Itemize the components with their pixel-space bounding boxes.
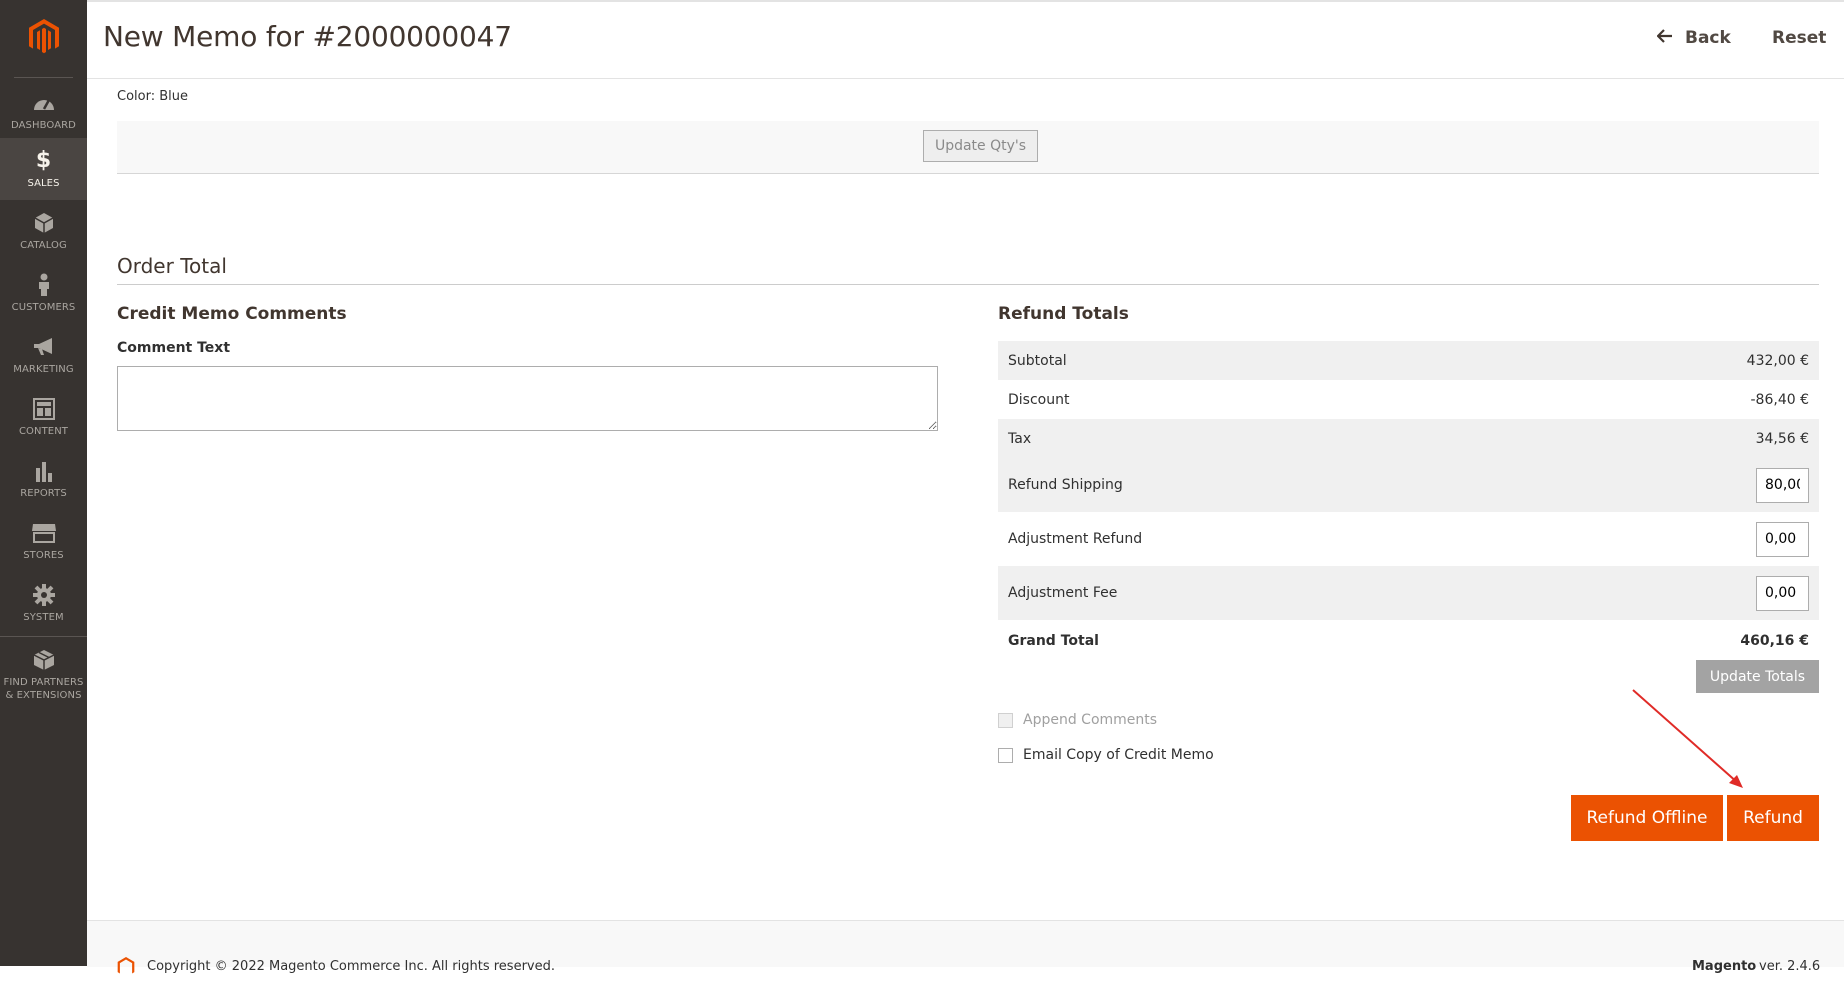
page-title: New Memo for #2000000047 <box>103 20 512 53</box>
arrow-left-icon <box>1656 28 1673 48</box>
refund-shipping-input[interactable] <box>1756 467 1809 503</box>
append-comments-label: Append Comments <box>1023 712 1158 728</box>
comment-text-label: Comment Text <box>117 340 231 356</box>
magento-footer-logo <box>117 957 135 981</box>
gear-icon <box>32 583 55 607</box>
back-button[interactable]: Back <box>1656 28 1731 48</box>
refund-offline-button[interactable]: Refund Offline <box>1571 795 1723 841</box>
menu-find-partners[interactable]: FIND PARTNERS & EXTENSIONS <box>0 636 87 713</box>
dashboard-icon <box>32 91 56 115</box>
item-color-option: Color: Blue <box>117 89 188 104</box>
page-footer: Copyright © 2022 Magento Commerce Inc. A… <box>87 920 1844 974</box>
copyright-text: Copyright © 2022 Magento Commerce Inc. A… <box>147 959 555 974</box>
bar-chart-icon <box>34 459 54 483</box>
megaphone-icon <box>32 335 56 359</box>
comments-title: Credit Memo Comments <box>117 304 347 324</box>
reset-button[interactable]: Reset <box>1772 28 1826 48</box>
dollar-icon: $ <box>35 148 52 173</box>
section-divider <box>117 284 1819 285</box>
menu-system[interactable]: SYSTEM <box>0 572 87 634</box>
subtotal-label: Subtotal <box>1008 352 1067 369</box>
refund-totals-table: Subtotal 432,00 € Discount -86,40 € Tax … <box>998 341 1819 662</box>
email-copy-label: Email Copy of Credit Memo <box>1023 747 1214 763</box>
adjustment-fee-input[interactable] <box>1756 575 1809 611</box>
layout-icon <box>32 397 55 421</box>
menu-marketing[interactable]: MARKETING <box>0 324 87 386</box>
grand-total-label: Grand Total <box>1008 633 1099 649</box>
store-icon <box>31 521 57 545</box>
page-header: New Memo for #2000000047 Back Reset <box>87 2 1844 79</box>
menu-customers[interactable]: CUSTOMERS <box>0 262 87 324</box>
footer-version: ver. 2.4.6 <box>1759 959 1821 974</box>
discount-row: Discount -86,40 € <box>998 380 1819 419</box>
refund-totals-title: Refund Totals <box>998 304 1129 324</box>
blocks-icon <box>32 648 56 672</box>
comment-textarea[interactable] <box>117 366 938 431</box>
subtotal-value: 432,00 € <box>1746 352 1809 369</box>
tax-value: 34,56 € <box>1755 430 1809 447</box>
menu-content[interactable]: CONTENT <box>0 386 87 448</box>
person-icon <box>36 273 52 297</box>
back-label: Back <box>1685 28 1731 48</box>
tax-row: Tax 34,56 € <box>998 419 1819 458</box>
magento-logo[interactable] <box>28 18 59 59</box>
adjustment-refund-input[interactable] <box>1756 521 1809 557</box>
logo-container <box>14 0 73 78</box>
email-copy-checkbox[interactable] <box>998 747 1013 763</box>
adjustment-fee-row: Adjustment Fee <box>998 566 1819 620</box>
discount-value: -86,40 € <box>1750 391 1810 408</box>
box-icon <box>34 211 54 235</box>
adjustment-fee-label: Adjustment Fee <box>1008 585 1118 601</box>
append-comments-checkbox[interactable] <box>998 712 1013 728</box>
email-copy-row: Email Copy of Credit Memo <box>998 747 1214 763</box>
tax-label: Tax <box>1008 430 1032 447</box>
menu-reports[interactable]: REPORTS <box>0 448 87 510</box>
discount-label: Discount <box>1008 391 1070 408</box>
menu-stores[interactable]: STORES <box>0 510 87 572</box>
refund-shipping-label: Refund Shipping <box>1008 477 1123 493</box>
grand-total-value: 460,16 € <box>1740 633 1809 649</box>
refund-button[interactable]: Refund <box>1727 795 1819 841</box>
append-comments-row: Append Comments <box>998 712 1157 728</box>
update-qty-button[interactable]: Update Qty's <box>923 130 1038 162</box>
footer-brand: Magento <box>1692 959 1757 974</box>
refund-shipping-row: Refund Shipping <box>998 458 1819 512</box>
subtotal-row: Subtotal 432,00 € <box>998 341 1819 380</box>
adjustment-refund-label: Adjustment Refund <box>1008 531 1143 547</box>
update-qty-bar: Update Qty's <box>117 121 1819 174</box>
order-total-title: Order Total <box>117 254 227 278</box>
annotation-arrow <box>1632 689 1743 788</box>
grand-total-row: Grand Total 460,16 € <box>998 620 1819 662</box>
menu-dashboard[interactable]: DASHBOARD <box>0 80 87 142</box>
admin-menu: DASHBOARD $ SALES CATALOG CUSTOMERS MARK… <box>0 0 87 966</box>
menu-sales[interactable]: $ SALES <box>0 138 87 200</box>
menu-catalog[interactable]: CATALOG <box>0 200 87 262</box>
reset-label: Reset <box>1772 28 1827 48</box>
adjustment-refund-row: Adjustment Refund <box>998 512 1819 566</box>
